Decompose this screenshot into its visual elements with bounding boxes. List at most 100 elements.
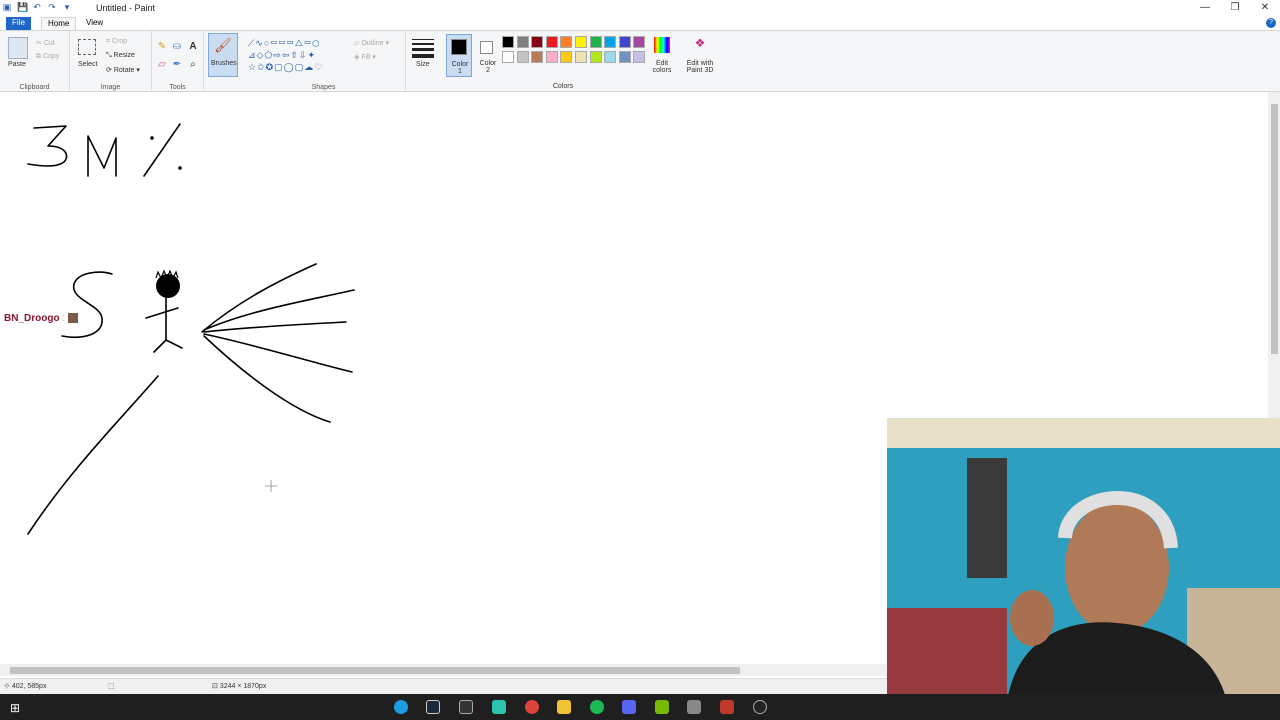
paint3d-button[interactable]: ❖ Edit with Paint 3D xyxy=(680,35,720,79)
shapes-group-label: Shapes xyxy=(311,84,336,91)
palette-swatch[interactable] xyxy=(531,50,544,63)
color1-button[interactable]: Color 1 xyxy=(446,34,472,77)
canvas-size: ⊡ 3244 × 1870px xyxy=(212,683,267,690)
palette-swatch[interactable] xyxy=(560,36,573,48)
palette-swatch[interactable] xyxy=(516,50,529,63)
rotate-label: Rotate xyxy=(113,67,135,74)
fill-icon[interactable]: ⛀ xyxy=(171,41,183,53)
fill-label: Fill xyxy=(361,54,371,61)
app2-icon[interactable] xyxy=(492,700,506,714)
color1-label: Color 1 xyxy=(451,61,469,75)
vertical-scroll-thumb[interactable] xyxy=(1271,104,1278,354)
palette-swatch[interactable] xyxy=(545,50,558,63)
help-icon[interactable]: ? xyxy=(1266,18,1276,28)
color-picker-icon[interactable]: ✒ xyxy=(171,59,183,71)
palette-swatch[interactable] xyxy=(604,50,617,63)
palette-swatch[interactable] xyxy=(575,36,587,48)
resize-label: Resize xyxy=(113,52,135,59)
app3-icon[interactable] xyxy=(720,700,734,714)
eraser-icon[interactable]: ▱ xyxy=(156,59,168,71)
nvidia-icon[interactable] xyxy=(655,700,669,714)
outline-button[interactable]: ▱ Outline ▾ xyxy=(354,39,389,47)
webcam-scene xyxy=(887,418,1280,702)
minimize-button[interactable]: — xyxy=(1190,0,1220,16)
resize-button[interactable]: ⤡ Resize xyxy=(106,52,135,60)
palette-swatch[interactable] xyxy=(618,50,631,63)
palette-swatch[interactable] xyxy=(633,36,646,48)
crop-button[interactable]: ⌗ Crop xyxy=(106,38,127,46)
app-icon[interactable] xyxy=(459,700,473,714)
title-bar: ▣ 💾 ↶ ↷ ▾ Untitled - Paint — ❐ ✕ xyxy=(0,0,1280,16)
color2-label: Color 2 xyxy=(479,60,497,74)
text-icon[interactable]: A xyxy=(187,41,199,53)
customize-icon[interactable]: ▾ xyxy=(62,2,72,12)
tools-group: ✎ ⛀ A ▱ ✒ ⌕ Tools xyxy=(152,31,204,92)
rotate-button[interactable]: ⟳ Rotate ▾ xyxy=(106,66,140,74)
drawn-percent-dot-1 xyxy=(150,136,154,140)
palette-swatch[interactable] xyxy=(618,36,631,48)
drawn-stick-figure-body xyxy=(145,297,183,353)
brush-icon: 🖌 xyxy=(214,37,232,53)
selection-size-icon: ⬚ xyxy=(108,683,115,690)
steam-icon[interactable] xyxy=(426,700,440,714)
palette-swatch[interactable] xyxy=(604,36,617,48)
crop-label: Crop xyxy=(111,38,128,45)
paint3d-label: Edit with Paint 3D xyxy=(686,60,714,74)
tab-view[interactable]: View xyxy=(80,17,109,30)
tab-home[interactable]: Home xyxy=(41,17,77,30)
edge-icon[interactable] xyxy=(394,700,408,714)
shapes-gallery[interactable]: ⟋∿○▭▭▭△▭⬡ ⊿◇⬠⇨⇦⇧⇩✦ ☆✩✪▢◯▢☁♡ xyxy=(248,37,344,73)
select-icon[interactable] xyxy=(78,39,96,55)
palette-swatch[interactable] xyxy=(502,50,514,63)
copy-label: Copy xyxy=(42,53,60,60)
copy-button[interactable]: ⧉ Copy xyxy=(36,53,59,61)
size-icon[interactable] xyxy=(412,39,434,58)
size-label[interactable]: Size xyxy=(416,61,430,68)
windows-start-icon[interactable]: ⊞ xyxy=(10,701,20,715)
maximize-button[interactable]: ❐ xyxy=(1220,0,1250,16)
select-button[interactable]: Select xyxy=(78,61,97,68)
quick-access-toolbar: ▣ 💾 ↶ ↷ ▾ xyxy=(2,2,72,12)
colors-group-label: Colors xyxy=(552,83,574,90)
brushes-button[interactable]: 🖌 Brushes xyxy=(208,33,238,77)
tab-file[interactable]: File xyxy=(6,17,31,30)
palette-swatch[interactable] xyxy=(502,36,514,48)
palette-swatch[interactable] xyxy=(589,36,602,48)
color-palette xyxy=(502,36,652,66)
ribbon: Paste ✂ Cut ⧉ Copy Clipboard Select ⌗ Cr… xyxy=(0,30,1280,92)
rainbow-icon xyxy=(654,37,670,53)
edit-colors-button[interactable]: Edit colors xyxy=(652,35,674,79)
paint3d-icon: ❖ xyxy=(694,36,706,50)
paste-button[interactable]: Paste xyxy=(8,61,26,68)
shapes-group: ⟋∿○▭▭▭△▭⬡ ⊿◇⬠⇨⇦⇧⇩✦ ☆✩✪▢◯▢☁♡ ▱ Outline ▾ ◈ … xyxy=(242,31,406,92)
obs-icon[interactable] xyxy=(753,700,767,714)
redo-icon[interactable]: ↷ xyxy=(47,2,57,12)
discord-icon[interactable] xyxy=(622,700,636,714)
cut-button[interactable]: ✂ Cut xyxy=(36,39,55,47)
drawn-percent-dot-2 xyxy=(178,166,182,170)
paint-taskbar-icon[interactable] xyxy=(687,700,701,714)
file-explorer-icon[interactable] xyxy=(557,700,571,714)
emote-icon xyxy=(67,313,78,324)
palette-swatch[interactable] xyxy=(545,36,558,48)
magnifier-icon[interactable]: ⌕ xyxy=(187,59,199,71)
palette-swatch[interactable] xyxy=(575,50,587,63)
palette-swatch[interactable] xyxy=(589,50,602,63)
paste-icon[interactable] xyxy=(8,37,28,59)
undo-icon[interactable]: ↶ xyxy=(32,2,42,12)
chrome-icon[interactable] xyxy=(525,700,539,714)
drawn-ray-4 xyxy=(203,333,353,373)
clipboard-group-label: Clipboard xyxy=(19,84,50,91)
palette-swatch[interactable] xyxy=(633,50,646,63)
fill-button[interactable]: ◈ Fill ▾ xyxy=(354,53,376,61)
palette-swatch[interactable] xyxy=(516,36,529,48)
cut-label: Cut xyxy=(43,40,55,47)
color2-button[interactable]: Color 2 xyxy=(475,34,501,77)
palette-swatch[interactable] xyxy=(531,36,544,48)
horizontal-scroll-thumb[interactable] xyxy=(10,667,740,674)
palette-swatch[interactable] xyxy=(560,50,573,63)
pencil-icon[interactable]: ✎ xyxy=(156,41,168,53)
save-icon[interactable]: 💾 xyxy=(17,2,28,12)
spotify-icon[interactable] xyxy=(590,700,604,714)
close-button[interactable]: ✕ xyxy=(1250,0,1280,16)
